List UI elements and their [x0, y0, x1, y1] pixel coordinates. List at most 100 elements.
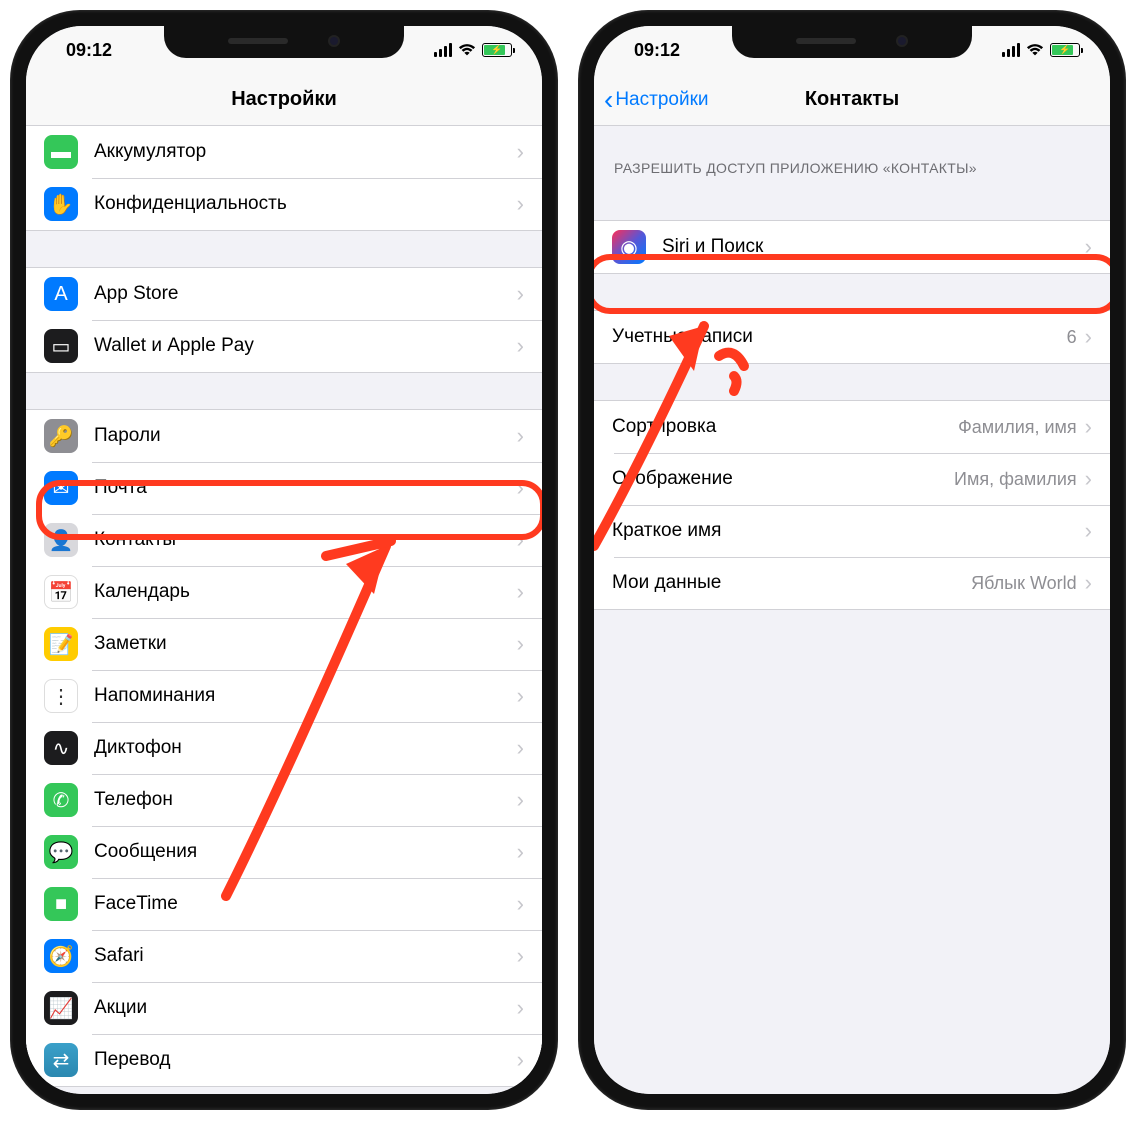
notch — [164, 24, 404, 58]
row-detail: Яблык World — [971, 573, 1077, 594]
nav-bar: Настройки — [26, 74, 542, 126]
passwords-icon: 🔑 — [44, 419, 78, 453]
reminders-icon: ⋮ — [44, 679, 78, 713]
row-display[interactable]: Отображение Имя, фамилия › — [594, 453, 1110, 505]
settings-row-privacy[interactable]: ✋Конфиденциальность› — [26, 178, 542, 230]
chevron-right-icon: › — [1085, 466, 1092, 492]
stocks-icon: 📈 — [44, 991, 78, 1025]
notes-icon: 📝 — [44, 627, 78, 661]
chevron-right-icon: › — [517, 735, 524, 761]
settings-row-translate[interactable]: ⇄Перевод› — [26, 1034, 542, 1086]
settings-row-facetime[interactable]: ■ FaceTime› — [26, 878, 542, 930]
section-header-allow-access: РАЗРЕШИТЬ ДОСТУП ПРИЛОЖЕНИЮ «КОНТАКТЫ» — [594, 126, 1110, 184]
page-title: Контакты — [805, 88, 899, 111]
phone-frame-right: 09:12 ⚡ ‹ Настройки Контакты РАЗРЕШИТЬ Д… — [578, 10, 1126, 1110]
chevron-right-icon: › — [1085, 324, 1092, 350]
row-label: Напоминания — [94, 685, 517, 707]
chevron-right-icon: › — [1085, 518, 1092, 544]
safari-icon: 🧭 — [44, 939, 78, 973]
chevron-right-icon: › — [517, 995, 524, 1021]
chevron-right-icon: › — [1085, 414, 1092, 440]
status-time: 09:12 — [66, 40, 112, 61]
row-label: FaceTime — [94, 893, 517, 915]
row-label: Конфиденциальность — [94, 193, 517, 215]
row-label: Заметки — [94, 633, 517, 655]
row-label: Пароли — [94, 425, 517, 447]
mail-icon: ✉ — [44, 471, 78, 505]
facetime-icon: ■ — [44, 887, 78, 921]
screen-right: 09:12 ⚡ ‹ Настройки Контакты РАЗРЕШИТЬ Д… — [594, 26, 1110, 1094]
row-label: Календарь — [94, 581, 517, 603]
row-label: Телефон — [94, 789, 517, 811]
row-label: Диктофон — [94, 737, 517, 759]
chevron-right-icon: › — [517, 839, 524, 865]
nav-bar: ‹ Настройки Контакты — [594, 74, 1110, 126]
settings-row-messages[interactable]: 💬 Сообщения› — [26, 826, 542, 878]
settings-row-safari[interactable]: 🧭Safari› — [26, 930, 542, 982]
chevron-right-icon: › — [517, 139, 524, 165]
voice-memos-icon: ∿ — [44, 731, 78, 765]
notch — [732, 24, 972, 58]
wifi-icon — [458, 43, 476, 57]
siri-icon: ◉ — [612, 230, 646, 264]
chevron-right-icon: › — [517, 683, 524, 709]
chevron-right-icon: › — [517, 527, 524, 553]
battery-icon: ⚡ — [1050, 43, 1080, 57]
row-label: Учетные записи — [612, 326, 1067, 348]
row-label: Мои данные — [612, 572, 971, 594]
settings-list[interactable]: ▬Аккумулятор›✋Конфиденциальность› A App St… — [26, 126, 542, 1094]
contacts-settings[interactable]: РАЗРЕШИТЬ ДОСТУП ПРИЛОЖЕНИЮ «КОНТАКТЫ» ◉… — [594, 126, 1110, 1094]
phone-icon: ✆ — [44, 783, 78, 817]
page-title: Настройки — [231, 88, 337, 111]
row-detail: Имя, фамилия — [954, 469, 1077, 490]
battery-icon: ▬ — [44, 135, 78, 169]
phone-frame-left: 09:12 ⚡ Настройки ▬Аккумулятор›✋Конфиден… — [10, 10, 558, 1110]
chevron-right-icon: › — [517, 281, 524, 307]
chevron-right-icon: › — [517, 1047, 524, 1073]
settings-row-battery[interactable]: ▬Аккумулятор› — [26, 126, 542, 178]
appstore-icon: A — [44, 277, 78, 311]
settings-row-contacts[interactable]: 👤Контакты› — [26, 514, 542, 566]
chevron-right-icon: › — [517, 579, 524, 605]
wifi-icon — [1026, 43, 1044, 57]
row-label: Сообщения — [94, 841, 517, 863]
signal-icon — [434, 43, 452, 57]
row-label: App Store — [94, 283, 517, 305]
row-mydata[interactable]: Мои данные Яблык World › — [594, 557, 1110, 609]
chevron-right-icon: › — [517, 333, 524, 359]
settings-row-notes[interactable]: 📝 Заметки› — [26, 618, 542, 670]
settings-row-passwords[interactable]: 🔑Пароли› — [26, 410, 542, 462]
settings-row-wallet[interactable]: ▭Wallet и Apple Pay› — [26, 320, 542, 372]
chevron-right-icon: › — [517, 475, 524, 501]
chevron-right-icon: › — [517, 191, 524, 217]
row-shortname[interactable]: Краткое имя › — [594, 505, 1110, 557]
settings-row-voice-memos[interactable]: ∿ Диктофон› — [26, 722, 542, 774]
row-label: Краткое имя — [612, 520, 1085, 542]
row-label: Почта — [94, 477, 517, 499]
back-button[interactable]: ‹ Настройки — [604, 74, 709, 125]
chevron-right-icon: › — [517, 943, 524, 969]
status-time: 09:12 — [634, 40, 680, 61]
settings-row-stocks[interactable]: 📈 Акции› — [26, 982, 542, 1034]
row-label: Отображение — [612, 468, 954, 490]
settings-row-phone[interactable]: ✆Телефон› — [26, 774, 542, 826]
battery-icon: ⚡ — [482, 43, 512, 57]
row-accounts[interactable]: Учетные записи 6 › — [594, 311, 1110, 363]
row-label: Сортировка — [612, 416, 958, 438]
translate-icon: ⇄ — [44, 1043, 78, 1077]
settings-row-reminders[interactable]: ⋮ Напоминания› — [26, 670, 542, 722]
settings-row-appstore[interactable]: A App Store› — [26, 268, 542, 320]
signal-icon — [1002, 43, 1020, 57]
settings-row-mail[interactable]: ✉ Почта› — [26, 462, 542, 514]
row-label: Акции — [94, 997, 517, 1019]
chevron-right-icon: › — [517, 631, 524, 657]
settings-row-calendar[interactable]: 📅Календарь› — [26, 566, 542, 618]
chevron-right-icon: › — [517, 891, 524, 917]
messages-icon: 💬 — [44, 835, 78, 869]
row-siri-search[interactable]: ◉ Siri и Поиск › — [594, 221, 1110, 273]
chevron-right-icon: › — [1085, 234, 1092, 260]
row-label: Wallet и Apple Pay — [94, 335, 517, 357]
row-sort[interactable]: Сортировка Фамилия, имя › — [594, 401, 1110, 453]
screen-left: 09:12 ⚡ Настройки ▬Аккумулятор›✋Конфиден… — [26, 26, 542, 1094]
row-detail: Фамилия, имя — [958, 417, 1077, 438]
